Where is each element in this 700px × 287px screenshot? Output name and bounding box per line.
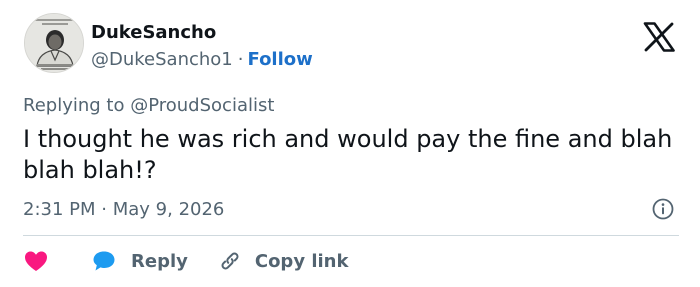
speech-bubble-icon — [93, 251, 115, 271]
tweet-time: 2:31 PM — [23, 199, 96, 220]
author-name[interactable]: DukeSancho — [91, 22, 216, 43]
divider — [23, 235, 679, 236]
reply-button[interactable]: Reply — [92, 250, 188, 272]
author-handle-row: @DukeSancho1 · Follow — [91, 49, 313, 70]
timestamp[interactable]: 2:31 PM · May 9, 2026 — [23, 199, 224, 220]
replying-to-line: Replying to @ProudSocialist — [23, 95, 274, 116]
action-bar: Reply Copy link — [24, 248, 348, 274]
timestamp-separator: · — [101, 199, 107, 220]
replying-prefix: Replying to — [23, 95, 125, 116]
separator-dot: · — [237, 49, 244, 70]
follow-button[interactable]: Follow — [248, 49, 313, 70]
avatar[interactable] — [24, 13, 84, 73]
author-handle[interactable]: @DukeSancho1 — [91, 49, 233, 70]
copy-link-label: Copy link — [254, 250, 349, 272]
info-icon[interactable] — [652, 198, 674, 220]
replying-to-mention[interactable]: @ProudSocialist — [130, 95, 274, 116]
x-logo-icon[interactable] — [642, 22, 676, 52]
reply-label: Reply — [131, 250, 188, 272]
link-icon — [221, 252, 239, 270]
avatar-image — [25, 14, 83, 72]
tweet-text: I thought he was rich and would pay the … — [23, 125, 673, 184]
like-button[interactable] — [24, 250, 48, 272]
heart-icon — [25, 251, 47, 271]
copy-link-button[interactable]: Copy link — [218, 249, 349, 273]
tweet-date: May 9, 2026 — [112, 199, 225, 220]
